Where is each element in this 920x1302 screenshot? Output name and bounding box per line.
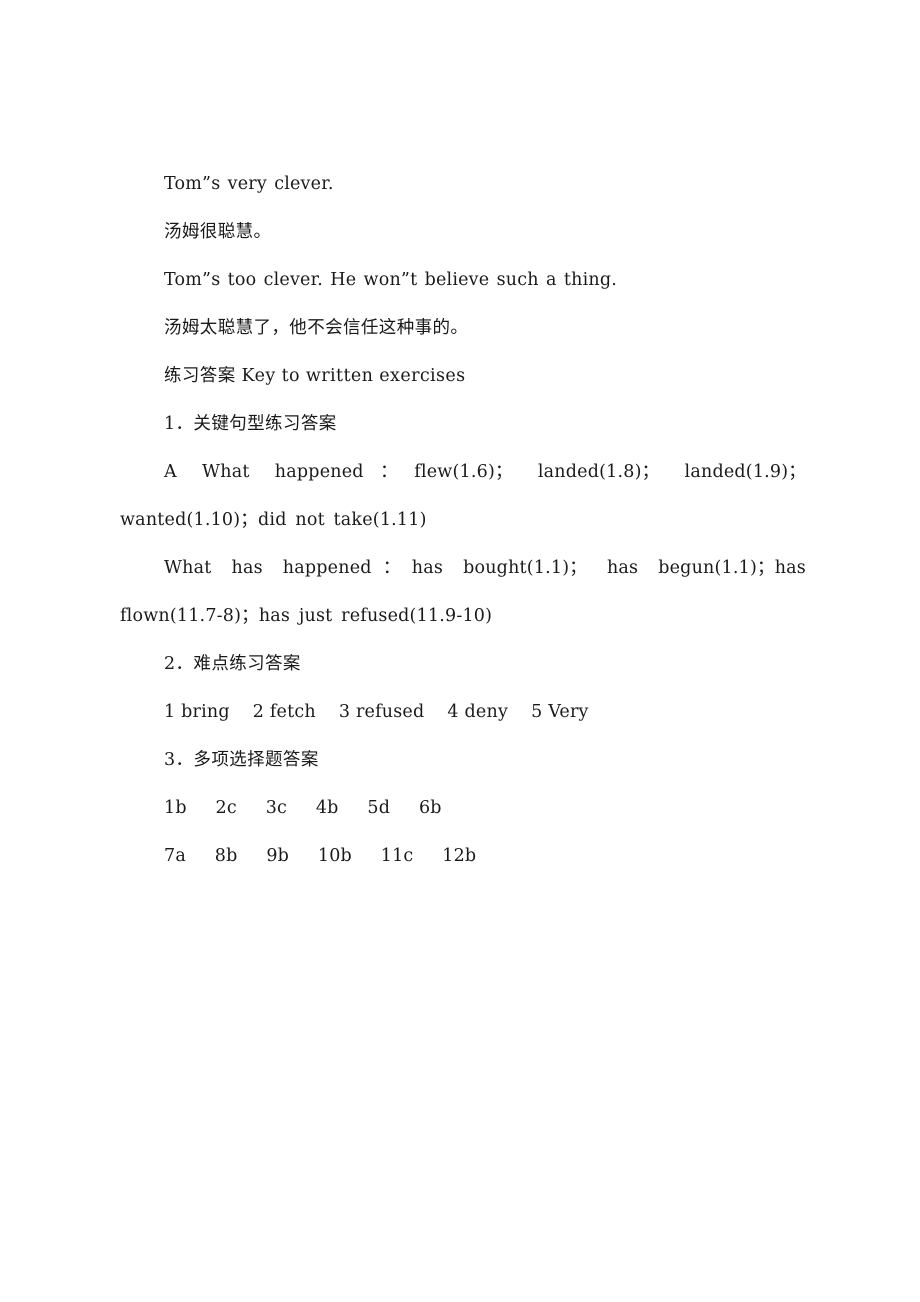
heading-section-2: 2．难点练习答案 [164, 654, 301, 674]
answer-multiple-choice-row-2: 7a 8b 9b 10b 11c 12b [164, 846, 477, 866]
answer-what-happened: A What happened：flew(1.6)； landed(1.8)； … [120, 462, 806, 530]
line-tom-clever-zh: 汤姆很聪慧。 [164, 222, 272, 242]
heading-key-to-exercises: 练习答案 Key to written exercises [164, 366, 466, 386]
answer-difficult-points: 1 bring 2 fetch 3 refused 4 deny 5 Very [164, 702, 589, 722]
heading-section-3: 3．多项选择题答案 [164, 750, 319, 770]
answer-what-has-happened: What has happened：has bought(1.1)； has b… [120, 558, 806, 626]
line-tom-too-clever-zh: 汤姆太聪慧了，他不会信任这种事的。 [164, 318, 469, 338]
heading-section-1: 1．关键句型练习答案 [164, 414, 337, 434]
document-page: Tom”s very clever. 汤姆很聪慧。 Tom”s too clev… [0, 0, 920, 1302]
answer-multiple-choice-row-1: 1b 2c 3c 4b 5d 6b [164, 798, 442, 818]
line-tom-clever-en: Tom”s very clever. [164, 174, 334, 194]
document-body: Tom”s very clever. 汤姆很聪慧。 Tom”s too clev… [120, 160, 806, 880]
line-tom-too-clever-en: Tom”s too clever. He won”t believe such … [164, 270, 618, 290]
